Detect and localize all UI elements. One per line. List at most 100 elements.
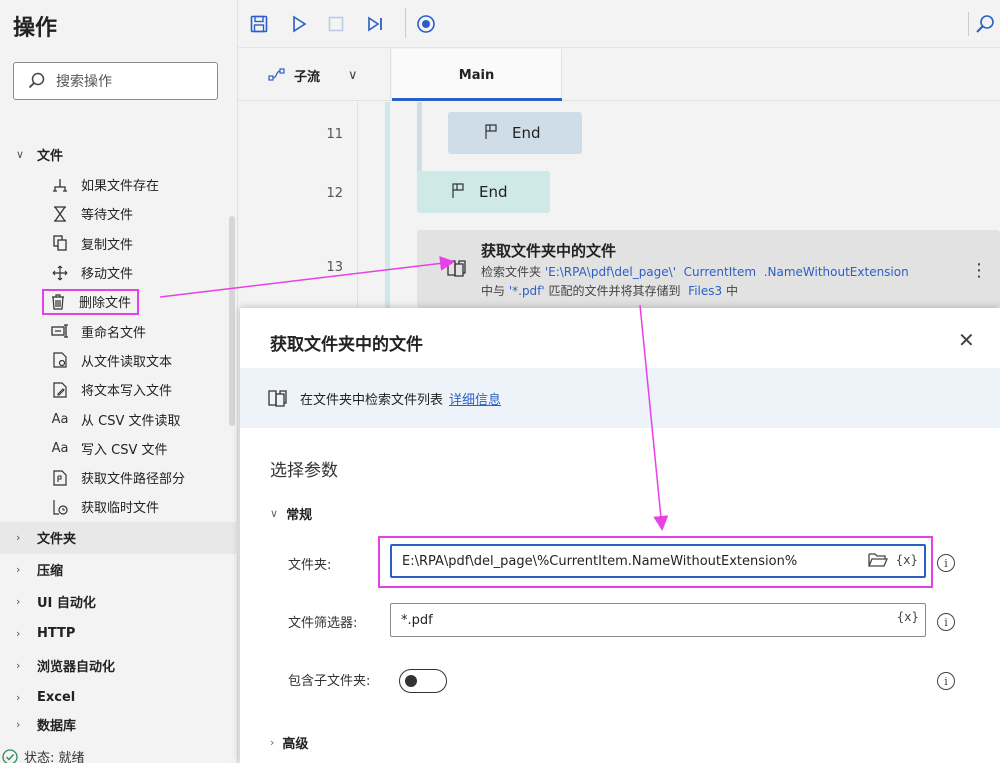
- action-read-text[interactable]: 从文件读取文本: [0, 346, 238, 375]
- action-write-text[interactable]: 将文本写入文件: [0, 375, 238, 404]
- read-file-icon: [50, 350, 70, 370]
- chevron-right-icon: ›: [16, 531, 21, 545]
- toolbar-divider: [405, 8, 406, 38]
- category-file[interactable]: ∨ 文件: [0, 138, 238, 170]
- group-advanced[interactable]: › 高级: [270, 733, 308, 752]
- inner-flow-rail: [417, 102, 422, 174]
- toolbar: [238, 0, 1000, 48]
- action-wait-file[interactable]: 等待文件: [0, 199, 238, 228]
- action-read-csv[interactable]: Aa 从 CSV 文件读取: [0, 404, 238, 433]
- include-subfolders-toggle[interactable]: [399, 669, 447, 693]
- chevron-down-icon: ∨: [348, 67, 358, 83]
- action-get-file-path-part[interactable]: 获取文件路径部分: [0, 463, 238, 492]
- actions-tree: ∨ 文件 如果文件存在 等待文件 复制文件 移动文件 删除文件 重命名文件 从文…: [0, 138, 238, 736]
- section-title: 选择参数: [270, 461, 338, 481]
- action-dialog: 获取文件夹中的文件 ✕ 在文件夹中检索文件列表 详细信息 选择参数 ∨ 常规 文…: [240, 308, 1000, 763]
- toggle-knob: [405, 675, 417, 687]
- file-filter-input[interactable]: *.pdf {x}: [390, 603, 926, 637]
- info-icon[interactable]: i: [937, 613, 955, 631]
- status-bar: 状态: 就绪: [2, 747, 85, 763]
- action-get-files-in-folder[interactable]: 获取文件夹中的文件 检索文件夹 'E:\RPA\pdf\del_page\' C…: [417, 230, 1000, 308]
- chevron-right-icon: ›: [270, 736, 275, 749]
- record-button[interactable]: [414, 12, 438, 36]
- panel-title: 操作: [13, 16, 58, 41]
- group-general[interactable]: ∨ 常规: [270, 504, 312, 523]
- action-move-file[interactable]: 移动文件: [0, 258, 238, 287]
- panel-scrollbar[interactable]: [229, 216, 235, 426]
- chevron-down-icon: ∨: [270, 507, 279, 520]
- check-circle-icon: [2, 748, 18, 763]
- rename-icon: [50, 321, 70, 341]
- line-number: 12: [326, 186, 343, 201]
- variable-button[interactable]: {x}: [897, 610, 919, 624]
- end-block-inner[interactable]: End: [448, 112, 582, 154]
- search-icon: [975, 15, 994, 33]
- subflow-dropdown[interactable]: 子流 ∨: [238, 49, 391, 101]
- hourglass-icon: [50, 204, 70, 224]
- category-browser-automation[interactable]: › 浏览器自动化: [0, 650, 238, 682]
- info-icon[interactable]: i: [937, 672, 955, 690]
- category-compress[interactable]: › 压缩: [0, 554, 238, 586]
- category-database[interactable]: › 数据库: [0, 714, 238, 736]
- actions-panel: 操作 搜索操作 ∨ 文件 如果文件存在 等待文件 复制文件 移动文件 删除文件 …: [0, 0, 238, 763]
- font-icon: Aa: [51, 411, 69, 427]
- action-write-csv[interactable]: Aa 写入 CSV 文件: [0, 434, 238, 463]
- category-excel[interactable]: › Excel: [0, 682, 238, 714]
- category-ui-automation[interactable]: › UI 自动化: [0, 586, 238, 618]
- folder-open-icon[interactable]: [867, 552, 888, 568]
- category-folder[interactable]: › 文件夹: [0, 521, 238, 554]
- details-link[interactable]: 详细信息: [449, 389, 501, 408]
- subflow-icon: [268, 68, 285, 81]
- chevron-right-icon: ›: [16, 659, 21, 673]
- dialog-info-banner: 在文件夹中检索文件列表 详细信息: [240, 368, 1000, 428]
- line-number: 11: [326, 127, 343, 142]
- file-path-icon: [50, 468, 70, 488]
- flag-icon: [485, 124, 497, 139]
- branch-icon: [50, 175, 70, 195]
- more-options-icon[interactable]: ⋮: [970, 260, 988, 281]
- step-button[interactable]: [363, 12, 387, 36]
- action-copy-file[interactable]: 复制文件: [0, 229, 238, 258]
- action-title: 获取文件夹中的文件: [481, 242, 617, 260]
- chevron-right-icon: ›: [16, 627, 21, 641]
- chevron-right-icon: ›: [16, 718, 21, 732]
- end-block-outer[interactable]: End: [417, 171, 550, 213]
- variable-button[interactable]: {x}: [896, 553, 918, 567]
- action-delete-file[interactable]: 删除文件: [0, 287, 238, 316]
- stop-icon: [328, 16, 344, 32]
- active-tab-indicator: [392, 98, 562, 101]
- record-icon: [417, 15, 435, 33]
- run-icon: [293, 15, 307, 33]
- filter-label: 文件筛选器:: [288, 616, 358, 631]
- chevron-down-icon: ∨: [16, 147, 25, 161]
- find-button[interactable]: [968, 12, 1000, 36]
- search-input[interactable]: 搜索操作: [13, 62, 218, 100]
- save-button[interactable]: [247, 12, 271, 36]
- action-description-line1: 检索文件夹 'E:\RPA\pdf\del_page\' CurrentItem…: [481, 265, 909, 279]
- run-button[interactable]: [287, 12, 311, 36]
- action-if-file-exists[interactable]: 如果文件存在: [0, 170, 238, 199]
- line-number: 13: [326, 260, 343, 275]
- flow-tabs: 子流 ∨ Main: [238, 49, 1000, 101]
- action-rename-file[interactable]: 重命名文件: [0, 316, 238, 345]
- save-icon: [250, 15, 268, 33]
- font-icon: Aa: [51, 440, 69, 456]
- action-description-line2: 中与 '*.pdf' 匹配的文件并将其存储到 Files3 中: [481, 284, 738, 298]
- stop-button[interactable]: [324, 12, 348, 36]
- search-placeholder: 搜索操作: [56, 74, 112, 90]
- folder-files-icon: [268, 390, 287, 407]
- folder-label: 文件夹:: [288, 558, 332, 573]
- close-icon[interactable]: ✕: [958, 328, 975, 352]
- folder-input[interactable]: E:\RPA\pdf\del_page\%CurrentItem.NameWit…: [390, 544, 926, 578]
- action-get-temp-file[interactable]: 获取临时文件: [0, 492, 238, 521]
- chevron-right-icon: ›: [16, 595, 21, 609]
- folder-files-icon: [447, 260, 466, 277]
- step-icon: [368, 16, 382, 32]
- tab-main[interactable]: Main: [392, 49, 562, 101]
- info-icon[interactable]: i: [937, 554, 955, 572]
- category-http[interactable]: › HTTP: [0, 618, 238, 650]
- chevron-right-icon: ›: [16, 563, 21, 577]
- chevron-right-icon: ›: [16, 691, 21, 705]
- copy-icon: [50, 233, 70, 253]
- trash-icon: [48, 292, 68, 312]
